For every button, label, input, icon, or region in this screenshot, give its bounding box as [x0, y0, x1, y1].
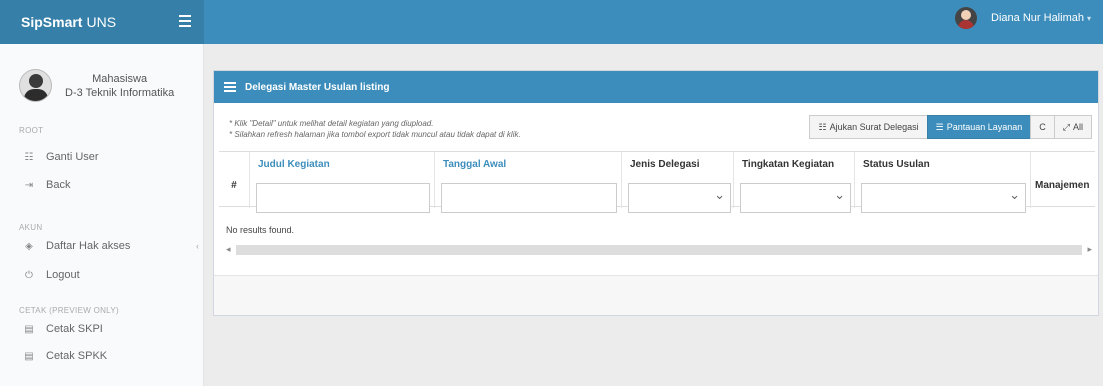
filter-tingkatan-kegiatan-select[interactable] [740, 183, 851, 213]
menu-toggle-icon[interactable] [179, 15, 191, 27]
list-icon: ☰ [935, 121, 944, 132]
file-icon: ▤ [24, 350, 34, 362]
jenis-delegasi-label: Jenis Delegasi [630, 159, 700, 170]
list-icon [224, 82, 236, 92]
column-number: # [219, 152, 249, 208]
pantauan-layanan-button[interactable]: ☰ Pantauan Layanan [926, 115, 1032, 139]
status-usulan-label: Status Usulan [863, 159, 930, 170]
horizontal-scrollbar[interactable]: ◂ ▸ [226, 244, 1092, 255]
sidebar-item-ganti-user[interactable]: ☷ Ganti User [24, 151, 99, 163]
tingkatan-kegiatan-label: Tingkatan Kegiatan [742, 159, 835, 170]
user-avatar [955, 7, 978, 29]
sidebar-item-logout[interactable]: ⏻ Logout [24, 269, 80, 281]
top-navbar: SipSmart UNS Diana Nur Halimah ▾ [0, 0, 1103, 44]
sort-tanggal-awal[interactable]: Tanggal Awal [443, 159, 506, 170]
file-icon: ▤ [24, 323, 34, 335]
sidebar-item-daftar-hak-akses[interactable]: ◈ Daftar Hak akses ‹ [24, 240, 199, 252]
shield-icon: ◈ [25, 240, 33, 252]
scroll-left-icon[interactable]: ◂ [226, 244, 231, 255]
refresh-icon: C [1039, 122, 1046, 132]
user-panel: Mahasiswa D-3 Teknik Informatika [19, 69, 174, 102]
power-icon: ⏻ [25, 269, 33, 281]
filter-status-usulan-select[interactable] [861, 183, 1026, 213]
sidebar-item-label: Cetak SKPI [46, 323, 103, 335]
note-refresh: * Silahkan refresh halaman jika tombol e… [229, 130, 521, 139]
usulan-listing-box: Delegasi Master Usulan listing * Klik "D… [213, 70, 1099, 316]
sidebar-item-label: Ganti User [46, 151, 99, 163]
manajemen-label: Manajemen [1035, 180, 1090, 191]
chevron-down-icon: ▾ [1086, 13, 1091, 23]
sidebar: Mahasiswa D-3 Teknik Informatika ROOT ☷ … [0, 44, 204, 386]
sidebar-item-cetak-spkk[interactable]: ▤ Cetak SPKK [24, 350, 107, 362]
button-label: Pantauan Layanan [946, 122, 1023, 132]
box-footer [214, 275, 1098, 315]
scroll-right-icon[interactable]: ▸ [1087, 244, 1092, 255]
filter-judul-kegiatan-input[interactable] [256, 183, 430, 213]
note-detail: * Klik "Detail" untuk melihat detail keg… [229, 119, 434, 128]
sidebar-item-cetak-skpi[interactable]: ▤ Cetak SKPI [24, 323, 103, 335]
users-icon: ☷ [24, 151, 34, 163]
column-status-usulan: Status Usulan [854, 152, 1030, 213]
column-manajemen: Manajemen [1030, 152, 1095, 208]
hash-label: # [231, 180, 237, 191]
info-notes: * Klik "Detail" untuk melihat detail keg… [229, 118, 521, 140]
sign-in-icon: ⇥ [24, 179, 34, 191]
chevron-left-icon: ‹ [196, 241, 199, 251]
button-label: Ajukan Surat Delegasi [829, 122, 919, 132]
column-tanggal-awal: Tanggal Awal [434, 152, 621, 213]
brand-rest: UNS [86, 14, 117, 30]
users-icon: ☷ [818, 121, 827, 132]
profile-program: D-3 Teknik Informatika [65, 86, 175, 99]
section-header-cetak: CETAK (PREVIEW ONLY) [19, 306, 119, 315]
empty-state-text: No results found. [226, 225, 295, 235]
toolbar: ☷ Ajukan Surat Delegasi ☰ Pantauan Layan… [809, 115, 1092, 139]
table-header: # Judul Kegiatan Tanggal Awal Jenis Dele… [219, 151, 1095, 213]
profile-role: Mahasiswa [92, 72, 148, 85]
filter-jenis-delegasi-select[interactable] [628, 183, 731, 213]
show-all-button[interactable]: ⤢ All [1053, 115, 1092, 139]
expand-icon: ⤢ [1062, 121, 1070, 132]
column-judul-kegiatan: Judul Kegiatan [249, 152, 434, 213]
box-header: Delegasi Master Usulan listing [214, 71, 1098, 103]
ajukan-surat-delegasi-button[interactable]: ☷ Ajukan Surat Delegasi [809, 115, 928, 139]
sidebar-item-label: Cetak SPKK [46, 350, 108, 362]
refresh-button[interactable]: C [1030, 115, 1055, 139]
brand-bold: SipSmart [21, 14, 83, 30]
filter-tanggal-awal-input[interactable] [441, 183, 617, 213]
user-menu[interactable]: Diana Nur Halimah ▾ [955, 7, 1091, 29]
sidebar-item-label: Daftar Hak akses [46, 240, 131, 252]
sidebar-item-label: Back [46, 179, 71, 191]
box-title: Delegasi Master Usulan listing [245, 81, 390, 93]
button-label: All [1072, 122, 1083, 132]
sidebar-item-label: Logout [46, 269, 80, 281]
sort-judul-kegiatan[interactable]: Judul Kegiatan [258, 159, 330, 170]
column-jenis-delegasi: Jenis Delegasi [621, 152, 733, 213]
column-tingkatan-kegiatan: Tingkatan Kegiatan [733, 152, 854, 213]
section-header-root: ROOT [19, 126, 44, 135]
scrollbar-track[interactable] [236, 245, 1082, 255]
sidebar-item-back[interactable]: ⇥ Back [24, 179, 71, 191]
user-name: Diana Nur Halimah [991, 12, 1084, 24]
section-header-akun: AKUN [19, 223, 43, 232]
brand-logo[interactable]: SipSmart UNS [0, 0, 204, 44]
profile-avatar [19, 69, 52, 102]
